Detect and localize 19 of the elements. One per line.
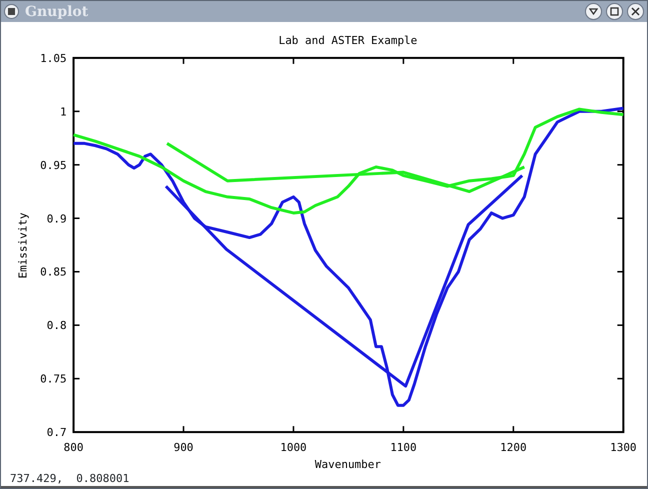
tick-label: 0.9 <box>46 212 67 226</box>
tick-label: 900 <box>174 441 194 454</box>
tick-label: 0.85 <box>40 266 67 279</box>
tick-label: 1100 <box>390 441 417 454</box>
axis-label: Emissivity <box>16 212 30 279</box>
tick-label: 1.05 <box>40 52 67 65</box>
tick-label: 800 <box>64 441 84 454</box>
tick-label: 1200 <box>500 441 527 454</box>
window-title: Gnuplot <box>25 4 88 18</box>
tick-label: 0.95 <box>40 158 67 172</box>
tick-label: 1300 <box>610 441 637 454</box>
cursor-coordinates: 737.429, 0.808001 <box>1 472 647 488</box>
axis-label: Wavenumber <box>314 458 381 471</box>
tick-label: 1 <box>60 105 67 118</box>
tick-label: 0.75 <box>40 372 67 386</box>
chart-title: Lab and ASTER Example <box>278 34 418 47</box>
tick-label: 0.8 <box>46 319 67 332</box>
tick-label: 1000 <box>280 441 307 454</box>
tick-label: 0.7 <box>46 426 67 440</box>
